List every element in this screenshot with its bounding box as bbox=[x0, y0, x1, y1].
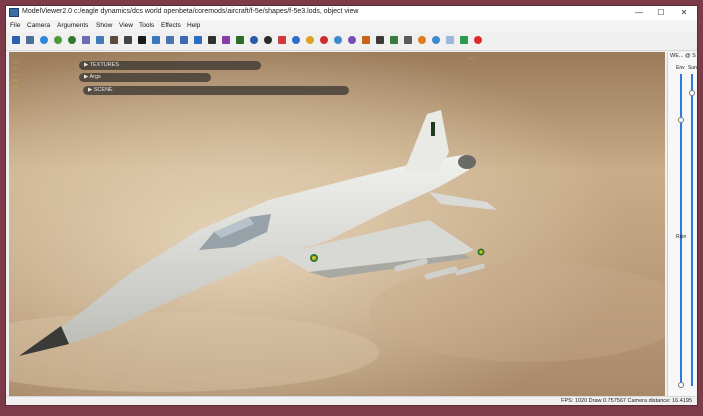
menu-view[interactable]: View bbox=[119, 22, 133, 29]
menu-tools[interactable]: Tools bbox=[139, 22, 154, 29]
textures-panel[interactable]: ▶ TEXTURES bbox=[79, 61, 261, 70]
env-slider-thumb[interactable] bbox=[678, 117, 684, 123]
overlay-label: — bbox=[13, 85, 18, 90]
refresh-icon[interactable] bbox=[54, 36, 62, 44]
stack-icon[interactable] bbox=[222, 36, 230, 44]
menu-effects[interactable]: Effects bbox=[161, 22, 181, 29]
title-bar[interactable]: ModelViewer2.0 c:/eagle dynamics/dcs wor… bbox=[6, 6, 697, 20]
main-window: ModelViewer2.0 c:/eagle dynamics/dcs wor… bbox=[5, 5, 698, 406]
menu-bar: File Camera Arguments Show View Tools Ef… bbox=[6, 20, 697, 32]
weather-panel-title: WE... @ S bbox=[670, 53, 696, 59]
sphere-icon[interactable] bbox=[334, 36, 342, 44]
plus-icon[interactable] bbox=[124, 36, 132, 44]
rain-label: Rain bbox=[676, 234, 687, 240]
menu-file[interactable]: File bbox=[10, 22, 20, 29]
minimize-button[interactable]: — bbox=[628, 6, 650, 20]
menu-show[interactable]: Show bbox=[96, 22, 112, 29]
weather-panel: WE... @ S Env Sun Rain bbox=[667, 52, 697, 396]
overlay-label: — bbox=[13, 67, 18, 72]
plane-icon[interactable] bbox=[376, 36, 384, 44]
red-ball-icon[interactable] bbox=[320, 36, 328, 44]
status-text: FPS: 1020 Draw 0.757567 Camera distance:… bbox=[561, 398, 692, 404]
chart-icon[interactable] bbox=[362, 36, 370, 44]
grid-view-icon[interactable] bbox=[82, 36, 90, 44]
blue-dot-icon[interactable] bbox=[292, 36, 300, 44]
env-slider-bottom-thumb[interactable] bbox=[678, 382, 684, 388]
open-model-icon[interactable] bbox=[26, 36, 34, 44]
arrow-icon[interactable] bbox=[194, 36, 202, 44]
flask-icon[interactable] bbox=[166, 36, 174, 44]
env-label: Env bbox=[676, 65, 685, 71]
menu-help[interactable]: Help bbox=[187, 22, 200, 29]
status-bar: FPS: 1020 Draw 0.757567 Camera distance:… bbox=[6, 396, 697, 405]
film-icon[interactable] bbox=[208, 36, 216, 44]
dark-circle-icon[interactable] bbox=[264, 36, 272, 44]
sun-slider-thumb[interactable] bbox=[689, 90, 695, 96]
bar-chart-icon[interactable] bbox=[278, 36, 286, 44]
overlay-label: — bbox=[13, 79, 18, 84]
toolbar bbox=[6, 32, 697, 51]
no-entry-icon[interactable] bbox=[474, 36, 482, 44]
orange-ball-icon[interactable] bbox=[418, 36, 426, 44]
sun-label: Sun bbox=[688, 65, 697, 71]
scene-panel[interactable]: ▶ SCENE bbox=[83, 86, 349, 95]
search-icon[interactable] bbox=[432, 36, 440, 44]
globe-icon[interactable] bbox=[40, 36, 48, 44]
overlay-label: — bbox=[13, 61, 18, 66]
window-title: ModelViewer2.0 c:/eagle dynamics/dcs wor… bbox=[22, 8, 359, 15]
menu-camera[interactable]: Camera bbox=[27, 22, 50, 29]
rotate-icon[interactable] bbox=[250, 36, 258, 44]
sun-icon[interactable] bbox=[306, 36, 314, 44]
light-icon[interactable] bbox=[152, 36, 160, 44]
purple-sphere-icon[interactable] bbox=[348, 36, 356, 44]
overlay-info-right: — bbox=[469, 57, 474, 62]
maximize-button[interactable]: ☐ bbox=[650, 6, 672, 20]
overlay-label: — bbox=[13, 73, 18, 78]
texture-icon[interactable] bbox=[138, 36, 146, 44]
key-icon[interactable] bbox=[180, 36, 188, 44]
pin-icon[interactable] bbox=[390, 36, 398, 44]
reload-icon[interactable] bbox=[68, 36, 76, 44]
display-icon[interactable] bbox=[236, 36, 244, 44]
menu-arguments[interactable]: Arguments bbox=[57, 22, 88, 29]
args-panel[interactable]: ▶ Args bbox=[79, 73, 211, 82]
3d-viewport[interactable]: ▶ TEXTURES ▶ Args ▶ SCENE — — — — — — bbox=[9, 52, 665, 396]
grid-icon[interactable] bbox=[460, 36, 468, 44]
sun-slider[interactable] bbox=[691, 74, 693, 386]
monitor-icon[interactable] bbox=[96, 36, 104, 44]
app-icon bbox=[9, 8, 19, 17]
close-button[interactable]: ✕ bbox=[673, 6, 695, 20]
tank-icon[interactable] bbox=[404, 36, 412, 44]
save-icon[interactable] bbox=[12, 36, 20, 44]
window-icon[interactable] bbox=[446, 36, 454, 44]
person-icon[interactable] bbox=[110, 36, 118, 44]
